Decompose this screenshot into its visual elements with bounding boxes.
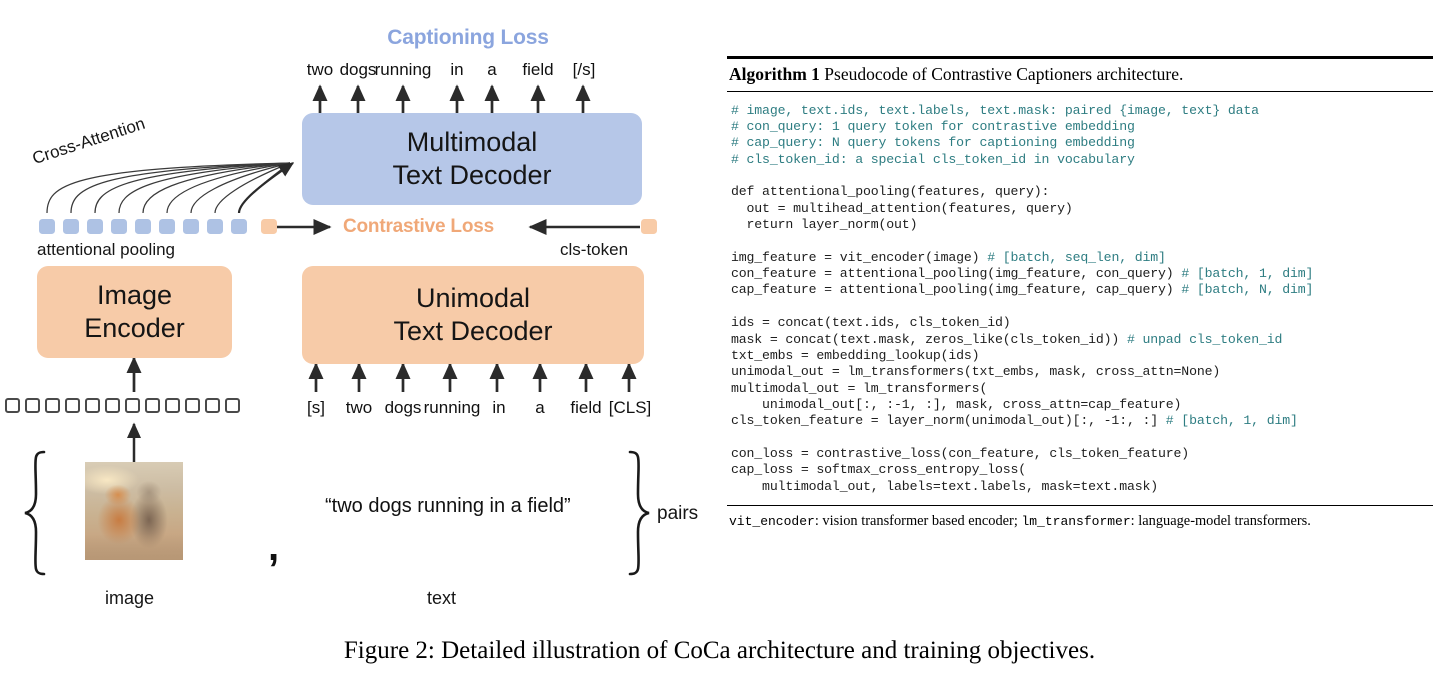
code-comment: # cap_query: N query tokens for captioni… — [731, 135, 1135, 151]
pool-token-square — [159, 219, 175, 234]
footnote-code: vit_encoder — [729, 514, 815, 530]
algorithm-title-number: Algorithm 1 — [729, 63, 820, 84]
pool-contrastive-query-square — [261, 219, 277, 234]
image-patch-square — [45, 398, 60, 413]
code-text: con_loss = contrastive_loss(con_feature,… — [731, 445, 1190, 461]
caption-quote: “two dogs running in a field” — [325, 495, 571, 517]
cls-token-square — [641, 219, 657, 234]
image-encoder-line1: Image — [96, 280, 173, 311]
code-comment: # cls_token_id: a special cls_token_id i… — [731, 151, 1135, 167]
output-token: in — [450, 60, 464, 79]
code-text: def attentional_pooling(features, query)… — [731, 184, 1050, 200]
dog-photo-thumbnail — [85, 462, 183, 560]
image-patch-square — [5, 398, 20, 413]
output-token: [/s] — [572, 60, 596, 79]
image-encoder-line2: Encoder — [84, 313, 185, 343]
image-patch-square — [205, 398, 220, 413]
image-encoder-box: Image Encoder — [37, 266, 232, 358]
image-patch-square — [145, 398, 160, 413]
footnote-text: : vision transformer based encoder; — [814, 513, 1022, 530]
code-comment: # [batch, seq_len, dim] — [987, 249, 1166, 265]
output-token: two — [306, 60, 334, 79]
code-text: multimodal_out = lm_transformers( — [731, 380, 988, 396]
code-text: cap_feature = attentional_pooling(img_fe… — [731, 282, 1182, 298]
image-patch-square — [85, 398, 100, 413]
pairs-label: pairs — [657, 503, 699, 524]
code-text: img_feature = vit_encoder(image) — [731, 249, 988, 265]
code-text: cls_token_feature = layer_norm(unimodal_… — [731, 413, 1166, 429]
code-comment: # con_query: 1 query token for contrasti… — [731, 119, 1135, 135]
unimodal-text-decoder-box: Unimodal Text Decoder — [302, 266, 644, 364]
output-token: dogs — [339, 60, 377, 79]
unimodal-decoder-line1: Unimodal — [415, 283, 531, 314]
pool-token-square — [231, 219, 247, 234]
input-token: field — [570, 398, 602, 417]
figure-page: Captioning Loss two dogs running in a fi… — [0, 0, 1439, 691]
code-text: cap_loss = softmax_cross_entropy_loss( — [731, 462, 1027, 478]
code-text: unimodal_out = lm_transformers(txt_embs,… — [731, 364, 1221, 380]
algorithm-title-text: Pseudocode of Contrastive Captioners arc… — [819, 63, 1184, 84]
code-text: ids = concat(text.ids, cls_token_id) — [731, 315, 1011, 331]
code-comment: # image, text.ids, text.labels, text.mas… — [731, 102, 1259, 118]
output-token: field — [522, 60, 554, 79]
pool-token-square — [87, 219, 103, 234]
code-text: return layer_norm(out) — [731, 217, 918, 233]
captioning-loss-label: Captioning Loss — [387, 26, 549, 49]
footnote-code: lm_transformer — [1021, 514, 1131, 530]
coca-architecture-diagram: Captioning Loss two dogs running in a fi… — [0, 0, 720, 625]
algorithm-title: Algorithm 1 Pseudocode of Contrastive Ca… — [727, 59, 1433, 91]
code-text: multimodal_out, labels=text.labels, mask… — [731, 478, 1159, 494]
code-comment: # [batch, 1, dim] — [1181, 266, 1314, 282]
code-comment: # [batch, N, dim] — [1181, 282, 1314, 298]
code-text: unimodal_out[:, :-1, :], mask, cross_att… — [731, 396, 1182, 412]
attentional-pooling-tokens — [39, 219, 277, 234]
pool-token-square — [63, 219, 79, 234]
multimodal-text-decoder-box: Multimodal Text Decoder — [302, 113, 642, 205]
image-patch-square — [125, 398, 140, 413]
image-patch-square — [185, 398, 200, 413]
code-text: txt_embs = embedding_lookup(ids) — [731, 347, 980, 363]
image-patch-square — [25, 398, 40, 413]
input-token: in — [492, 398, 506, 417]
image-patch-tokens — [5, 398, 240, 413]
output-token: running — [374, 60, 432, 79]
output-token: a — [487, 60, 497, 79]
pool-token-square — [135, 219, 151, 234]
multimodal-decoder-line1: Multimodal — [406, 127, 538, 158]
input-token: running — [423, 398, 481, 417]
footnote-text: : language-model transformers. — [1130, 513, 1311, 530]
figure-caption: Figure 2: Detailed illustration of CoCa … — [343, 637, 1096, 664]
input-token: [CLS] — [608, 398, 652, 417]
image-patch-square — [65, 398, 80, 413]
code-comment: # [batch, 1, dim] — [1165, 413, 1298, 429]
image-patch-square — [225, 398, 240, 413]
algorithm-pseudocode: # image, text.ids, text.labels, text.mas… — [727, 92, 1433, 505]
pool-token-square — [111, 219, 127, 234]
image-patch-square — [105, 398, 120, 413]
pair-comma: , — [268, 525, 280, 569]
attentional-pooling-label: attentional pooling — [37, 240, 176, 259]
input-token: dogs — [384, 398, 422, 417]
algorithm-footnote: vit_encoder: vision transformer based en… — [727, 506, 1433, 530]
cls-token-label: cls-token — [560, 240, 629, 259]
multimodal-decoder-line2: Text Decoder — [392, 160, 552, 190]
pool-token-square — [207, 219, 223, 234]
image-label: image — [105, 588, 155, 608]
code-text: con_feature = attentional_pooling(img_fe… — [731, 266, 1182, 282]
contrastive-loss-label: Contrastive Loss — [343, 216, 494, 237]
algorithm-block: Algorithm 1 Pseudocode of Contrastive Ca… — [727, 56, 1433, 530]
input-token: two — [345, 398, 373, 417]
code-text: mask = concat(text.mask, zeros_like(cls_… — [731, 331, 1127, 347]
image-patch-square — [165, 398, 180, 413]
input-token: [s] — [307, 398, 325, 417]
pool-token-square — [39, 219, 55, 234]
pool-token-square — [183, 219, 199, 234]
input-token: a — [535, 398, 545, 417]
code-comment: # unpad cls_token_id — [1126, 331, 1283, 347]
text-label: text — [427, 588, 457, 608]
unimodal-decoder-line2: Text Decoder — [393, 316, 553, 346]
code-text: out = multihead_attention(features, quer… — [731, 200, 1073, 216]
